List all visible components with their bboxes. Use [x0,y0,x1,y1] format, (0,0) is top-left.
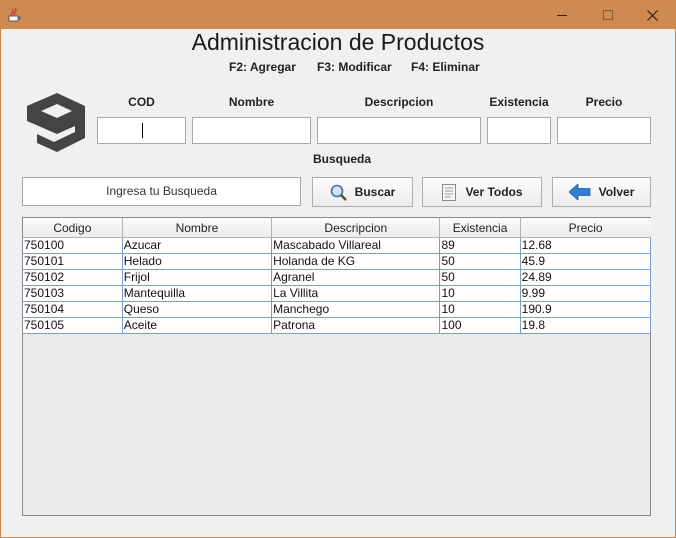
main-content: Administracion de Productos F2: Agregar … [1,29,675,537]
table-row[interactable]: 750103 Mantequilla La Villita 10 9.99 [23,285,652,302]
cell-precio[interactable]: 190.9 [519,301,652,318]
text-caret [142,123,143,138]
app-window: Administracion de Productos F2: Agregar … [0,0,676,538]
magnifier-icon [330,184,347,201]
cell-existencia[interactable]: 50 [439,253,521,270]
column-header-existencia[interactable]: Existencia [439,218,521,238]
descripcion-label: Descripcion [364,95,434,109]
close-button[interactable] [629,1,675,29]
cell-codigo[interactable]: 750100 [23,237,123,254]
search-input[interactable]: Ingresa tu Busqueda [22,177,301,206]
ver-todos-button[interactable]: Ver Todos [422,177,542,207]
search-label: Busqueda [312,152,371,166]
cell-precio[interactable]: 12.68 [519,237,652,254]
ver-todos-label: Ver Todos [465,185,523,199]
cell-existencia[interactable]: 10 [439,285,521,302]
table-row[interactable]: 750105 Aceite Patrona 100 19.8 [23,317,652,334]
maximize-button[interactable] [585,1,631,29]
cell-existencia[interactable]: 100 [439,317,521,334]
column-header-nombre[interactable]: Nombre [122,218,273,238]
document-list-icon [442,183,457,201]
column-header-codigo[interactable]: Codigo [23,218,123,238]
cell-descripcion[interactable]: Manchego [271,301,441,318]
cell-nombre[interactable]: Helado [121,253,273,270]
table-row[interactable]: 750102 Frijol Agranel 50 24.89 [23,269,652,286]
cell-nombre[interactable]: Azucar [121,237,273,254]
cell-nombre[interactable]: Frijol [121,269,273,286]
precio-input[interactable] [557,117,651,144]
cell-descripcion[interactable]: La Villita [271,285,441,302]
cod-input[interactable] [97,117,186,144]
cell-descripcion[interactable]: Mascabado Villareal [271,237,441,254]
cell-existencia[interactable]: 10 [439,301,521,318]
minimize-button[interactable] [539,1,585,29]
cell-codigo[interactable]: 750102 [23,269,123,286]
page-title: Administracion de Productos [191,29,485,55]
cell-precio[interactable]: 45.9 [519,253,652,270]
maximize-icon [603,10,613,20]
buscar-label: Buscar [354,185,396,199]
cell-nombre[interactable]: Mantequilla [121,285,273,302]
cell-nombre[interactable]: Aceite [121,317,273,334]
cell-codigo[interactable]: 750103 [23,285,123,302]
cell-precio[interactable]: 19.8 [519,317,652,334]
nombre-label: Nombre [228,95,275,109]
cell-codigo[interactable]: 750101 [23,253,123,270]
precio-label: Precio [585,95,623,109]
existencia-label: Existencia [489,95,549,109]
table-row[interactable]: 750101 Helado Holanda de KG 50 45.9 [23,253,652,270]
cell-precio[interactable]: 24.89 [519,269,652,286]
cell-descripcion[interactable]: Holanda de KG [271,253,441,270]
cell-descripcion[interactable]: Agranel [271,269,441,286]
products-table[interactable]: Codigo Nombre Descripcion Existencia Pre… [22,217,652,516]
close-icon [646,9,658,21]
cell-existencia[interactable]: 89 [439,237,521,254]
shortcut-eliminar: F4: Eliminar [411,60,480,74]
cell-nombre[interactable]: Queso [121,301,273,318]
back-arrow-icon [568,184,590,200]
cell-descripcion[interactable]: Patrona [271,317,441,334]
java-icon [8,7,21,22]
descripcion-input[interactable] [317,117,481,144]
buscar-button[interactable]: Buscar [312,177,413,207]
cell-precio[interactable]: 9.99 [519,285,652,302]
cell-existencia[interactable]: 50 [439,269,521,286]
minimize-icon [557,15,567,16]
volver-button[interactable]: Volver [552,177,651,207]
table-header-row: Codigo Nombre Descripcion Existencia Pre… [23,218,651,238]
shortcut-agregar: F2: Agregar [229,60,296,74]
table-row[interactable]: 750104 Queso Manchego 10 190.9 [23,301,652,318]
column-header-descripcion[interactable]: Descripcion [271,218,441,238]
column-header-precio[interactable]: Precio [520,218,651,238]
nombre-input[interactable] [192,117,311,144]
table-row[interactable]: 750100 Azucar Mascabado Villareal 89 12.… [23,237,652,254]
nine-logo-icon [27,93,85,152]
shortcut-modificar: F3: Modificar [317,60,392,74]
cell-codigo[interactable]: 750104 [23,301,123,318]
cod-label: COD [128,95,155,109]
existencia-input[interactable] [487,117,551,144]
cell-codigo[interactable]: 750105 [23,317,123,334]
products-grid: Codigo Nombre Descripcion Existencia Pre… [23,218,652,334]
volver-label: Volver [598,185,635,199]
title-bar[interactable] [1,1,675,29]
